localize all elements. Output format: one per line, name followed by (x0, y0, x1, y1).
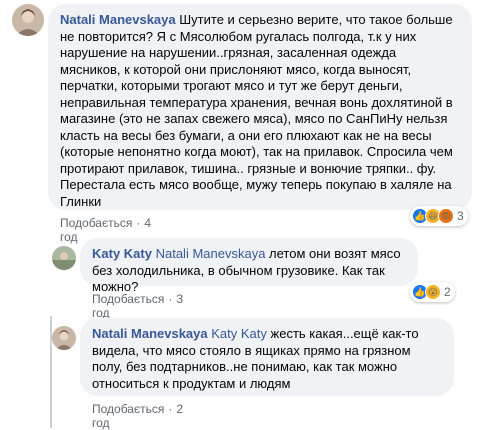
comment-bubble: Natali Manevskaya Katy Katy жесть какая.… (80, 318, 454, 396)
like-button[interactable]: Подобається (92, 402, 164, 416)
avatar-photo-icon (52, 246, 76, 270)
like-button[interactable]: Подобається (92, 292, 164, 306)
comment-actions: Подобається · 2 год (92, 402, 183, 430)
avatar[interactable] (52, 326, 76, 350)
comment-text: Шутите и серьезно верите, что такое боль… (60, 12, 453, 209)
reaction-count: 2 (444, 285, 451, 299)
avatar[interactable] (52, 246, 76, 270)
separator: · (136, 216, 141, 230)
separator: · (168, 402, 173, 416)
reaction-summary[interactable]: 👍 😆 😡 3 (410, 206, 468, 226)
comment-bubble: Katy Katy Natali Manevskaya летом они во… (80, 238, 418, 294)
reaction-count: 3 (457, 209, 464, 223)
thread-line (50, 316, 52, 428)
comment-author[interactable]: Natali Manevskaya (60, 12, 176, 27)
comment-bubble: Natali Manevskaya Шутите и серьезно вери… (48, 4, 472, 210)
comment-author[interactable]: Natali Manevskaya (92, 326, 208, 341)
angry-icon: 😡 (438, 208, 454, 224)
wow-icon: 😮 (425, 284, 441, 300)
mention-link[interactable]: Natali Manevskaya (156, 246, 266, 261)
mention-link[interactable]: Katy Katy (211, 326, 267, 341)
avatar[interactable] (12, 4, 44, 36)
separator: · (168, 292, 173, 306)
comment-actions: Подобається · 3 год (92, 292, 183, 320)
avatar-photo-icon (12, 4, 44, 36)
avatar-photo-icon (52, 326, 76, 350)
comment-author[interactable]: Katy Katy (92, 246, 152, 261)
reaction-summary[interactable]: 👍 😮 2 (410, 282, 455, 302)
like-button[interactable]: Подобається (60, 216, 132, 230)
